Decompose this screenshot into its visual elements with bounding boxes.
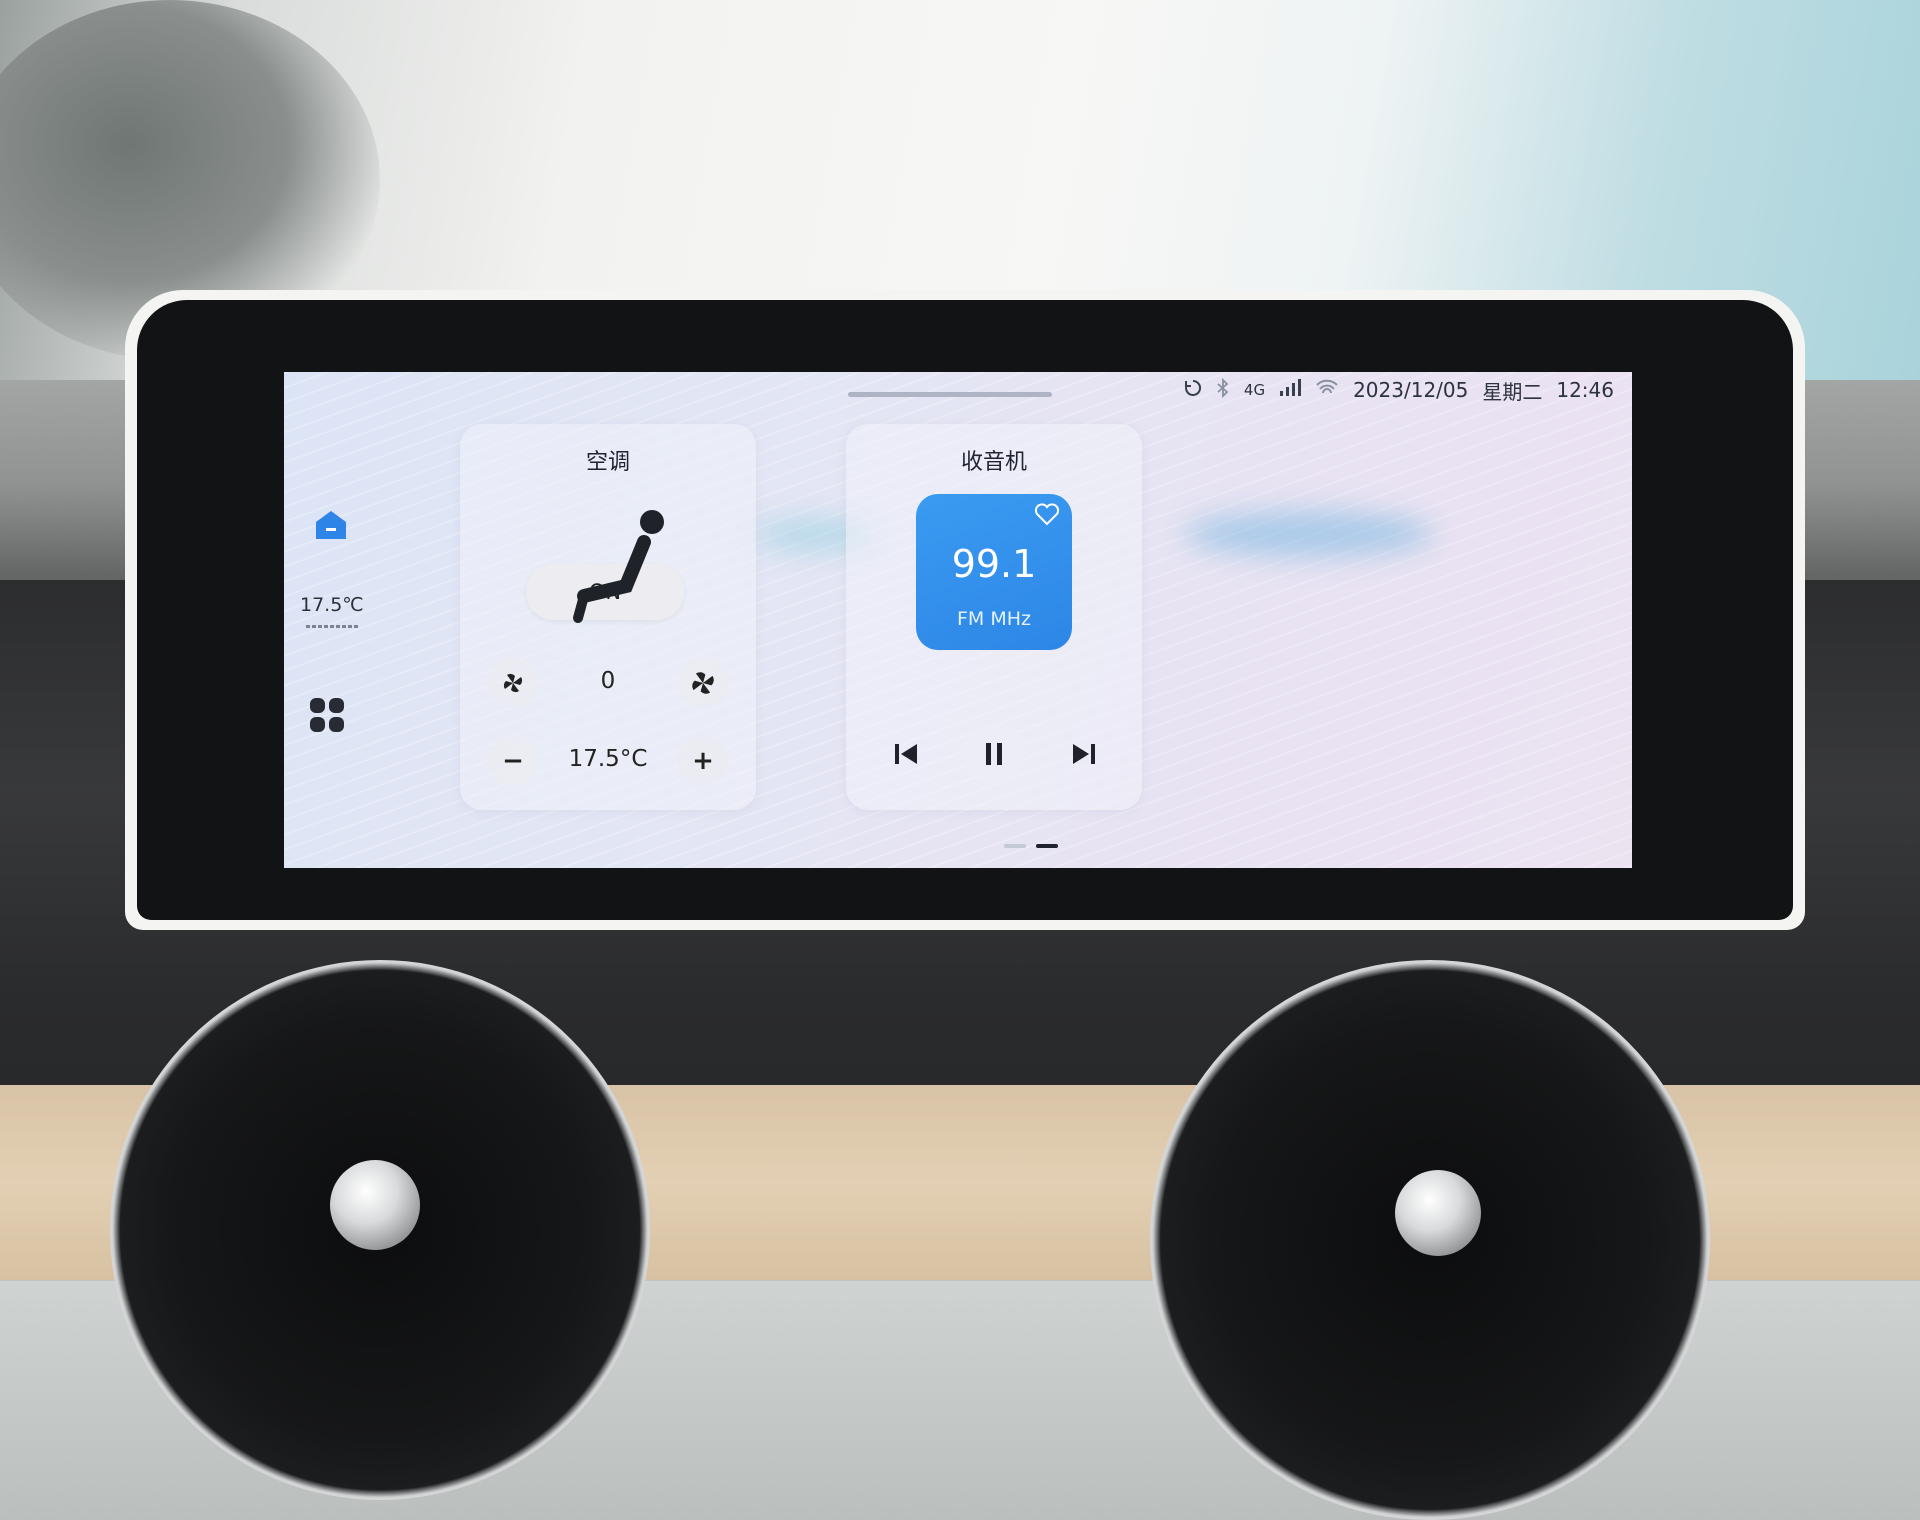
- notification-pull-handle[interactable]: [848, 392, 1052, 397]
- climate-card-title: 空调: [585, 450, 630, 475]
- infotainment-screen: 4G 2023/12/05 星期二 12:46 17.5℃ 空调 ON 0 − …: [284, 372, 1632, 868]
- heart-icon[interactable]: [1034, 502, 1060, 526]
- temperature-decrease-button[interactable]: −: [488, 736, 538, 786]
- page-dot-2[interactable]: [1036, 844, 1058, 848]
- home-icon[interactable]: [314, 510, 348, 540]
- radio-card-title: 收音机: [960, 450, 1027, 475]
- previous-button[interactable]: [886, 724, 926, 784]
- status-bar: 4G 2023/12/05 星期二 12:46: [1184, 372, 1614, 408]
- pause-button[interactable]: [964, 724, 1024, 784]
- status-weekday: 星期二: [1482, 379, 1543, 404]
- fan-speed-value: 0: [600, 668, 616, 694]
- fan-speed-row: 0: [488, 658, 728, 710]
- pause-icon: [986, 743, 1002, 765]
- left-vent-knob: [330, 1160, 420, 1250]
- page-dot-1[interactable]: [1004, 844, 1026, 848]
- next-button[interactable]: [1064, 724, 1104, 784]
- apps-grid-icon[interactable]: [310, 698, 344, 732]
- wallpaper-glow-right: [1184, 512, 1434, 556]
- signal-icon: [1279, 378, 1302, 402]
- bluetooth-icon: [1216, 377, 1230, 403]
- dock-temperature[interactable]: 17.5℃: [300, 594, 364, 616]
- fan-icon: [503, 673, 523, 693]
- seat-icon: [573, 510, 664, 623]
- fan-icon: [692, 672, 714, 694]
- status-date: 2023/12/05: [1353, 378, 1469, 402]
- temperature-increase-button[interactable]: +: [678, 736, 728, 786]
- climate-card[interactable]: 空调 ON 0 − 17.5°C +: [460, 424, 756, 810]
- sync-icon: [1184, 379, 1202, 402]
- page-indicator[interactable]: [1004, 844, 1058, 848]
- right-vent-knob: [1395, 1170, 1481, 1256]
- fan-increase-button[interactable]: [678, 658, 728, 708]
- fan-decrease-button[interactable]: [488, 658, 538, 708]
- radio-station-tile[interactable]: 99.1 FM MHz: [916, 494, 1072, 650]
- next-icon: [1073, 744, 1095, 764]
- dock-temperature-indicator: [306, 625, 358, 628]
- temperature-value: 17.5°C: [568, 746, 648, 772]
- wifi-icon: [1315, 379, 1339, 402]
- radio-frequency: 99.1: [951, 542, 1037, 586]
- status-time: 12:46: [1556, 378, 1614, 402]
- previous-icon: [895, 744, 917, 764]
- radio-card[interactable]: 收音机 99.1 FM MHz: [846, 424, 1142, 810]
- temperature-row: − 17.5°C +: [488, 736, 728, 788]
- network-type: 4G: [1243, 381, 1266, 399]
- radio-band-unit: FM MHz: [956, 608, 1031, 630]
